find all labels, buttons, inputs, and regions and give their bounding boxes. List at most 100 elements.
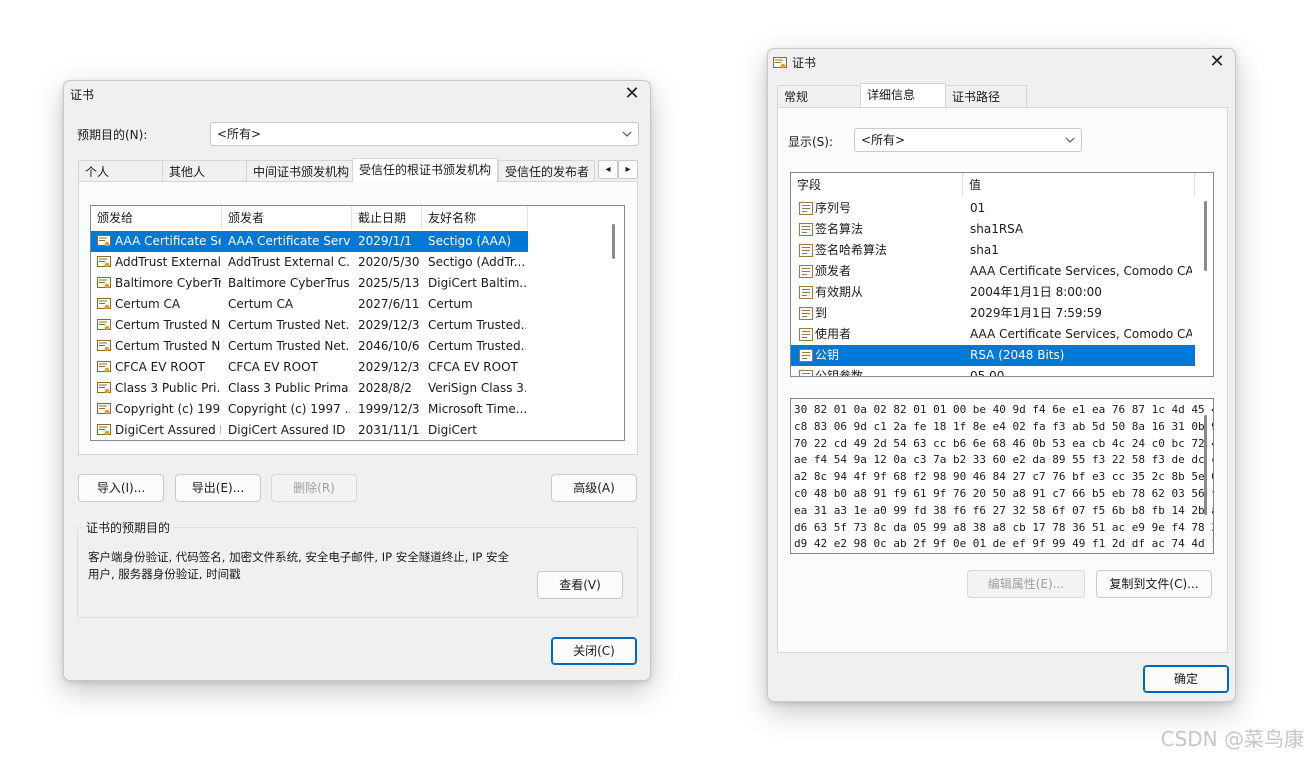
certificate-icon: [97, 319, 111, 331]
cell-issued-to: Certum Trusted N...: [115, 318, 221, 332]
cell-friendly: DigiCert Baltim...: [428, 276, 526, 290]
intended-purposes-text-1: 客户端身份验证, 代码签名, 加密文件系统, 安全电子邮件, IP 安全隧道终止…: [88, 550, 510, 564]
window-title: 证书: [792, 56, 817, 70]
import-button[interactable]: 导入(I)...: [78, 474, 164, 502]
cell-issued-by: Certum CA: [228, 297, 294, 311]
column-header-expiration[interactable]: 截止日期: [352, 206, 422, 230]
cell-issued-by: DigiCert Assured ID ...: [228, 423, 350, 437]
list-item[interactable]: 使用者 AAA Certificate Services, Comodo CA L…: [791, 324, 1195, 345]
cell-issued-to: Certum CA: [115, 297, 181, 311]
list-item[interactable]: 有效期从 2004年1月1日 8:00:00: [791, 282, 1195, 303]
hex-line: ea 31 a3 1e a0 99 fd 38 f6 f6 27 32 58 6…: [794, 503, 1213, 517]
table-row[interactable]: AddTrust External ... AddTrust External C…: [91, 252, 611, 273]
hex-line: a2 8c 94 4f 9f 68 f2 98 90 46 84 27 c7 7…: [794, 470, 1213, 484]
table-row[interactable]: Baltimore CyberTr... Baltimore CyberTrus.…: [91, 273, 611, 294]
fields-list[interactable]: 字段 值 序列号 01 签名算法 sha1RSA 签名哈希算法 sha1 颁发者 AAA Ce…: [790, 172, 1214, 377]
table-row[interactable]: Class 3 Public Pri... Class 3 Public Prim…: [91, 378, 611, 399]
fields-scrollbar[interactable]: [1204, 201, 1207, 271]
close-icon[interactable]: ✕: [1207, 51, 1227, 73]
cell-value: sha1RSA: [970, 222, 1024, 236]
chevron-down-icon: [1065, 137, 1075, 143]
cell-friendly: Certum Trusted...: [428, 318, 526, 332]
list-item[interactable]: 签名哈希算法 sha1: [791, 240, 1195, 261]
field-icon: [799, 370, 813, 376]
advanced-button[interactable]: 高级(A): [551, 474, 637, 502]
cell-issued-to: Copyright (c) 199...: [115, 402, 221, 416]
column-header-friendly-name[interactable]: 友好名称: [422, 206, 528, 230]
cell-issued-by: Class 3 Public Prima...: [228, 381, 350, 395]
table-row[interactable]: Certum CA Certum CA 2027/6/11 Certum: [91, 294, 611, 315]
remove-button[interactable]: 删除(R): [271, 474, 357, 502]
table-row[interactable]: Certum Trusted N... Certum Trusted Net...…: [91, 336, 611, 357]
table-row[interactable]: CFCA EV ROOT CFCA EV ROOT 2029/12/31 CFCA E…: [91, 357, 611, 378]
list-item[interactable]: 序列号 01: [791, 198, 1195, 219]
tab-trusted-publishers[interactable]: 受信任的发布者: [498, 160, 595, 182]
table-row[interactable]: Copyright (c) 199... Copyright (c) 1997 .…: [91, 399, 611, 420]
tab-label: 证书路径: [952, 90, 1001, 104]
show-select[interactable]: <所有>: [854, 128, 1082, 152]
cell-friendly: VeriSign Class 3...: [428, 381, 526, 395]
hex-line: d9 42 e2 98 0c ab 2f 9f 0e 01 de ef 9f 9…: [794, 537, 1213, 551]
cell-friendly: Certum Trusted...: [428, 339, 526, 353]
show-select-value: <所有>: [861, 133, 906, 147]
cell-expires: 2029/1/1: [358, 234, 412, 248]
purpose-select[interactable]: <所有>: [210, 122, 639, 146]
field-icon: [799, 349, 813, 362]
tab-trusted-root-ca[interactable]: 受信任的根证书颁发机构: [352, 158, 498, 182]
certificate-list[interactable]: 颁发给 颁发者 截止日期 友好名称 AAA Certificate Se...A…: [90, 205, 625, 441]
certificate-icon: [97, 424, 111, 436]
column-header-issued-to[interactable]: 颁发给: [91, 206, 222, 230]
certificate-icon: [97, 340, 111, 352]
export-button[interactable]: 导出(E)...: [175, 474, 261, 502]
cell-field: 序列号: [815, 201, 852, 215]
list-item[interactable]: 公钥参数 05 00: [791, 366, 1195, 377]
table-row[interactable]: Certum Trusted N... Certum Trusted Net...…: [91, 315, 611, 336]
list-item[interactable]: 颁发者 AAA Certificate Services, Comodo CA L…: [791, 261, 1195, 282]
cell-field: 公钥参数: [815, 369, 864, 377]
list-item[interactable]: 到 2029年1月1日 7:59:59: [791, 303, 1195, 324]
tab-general[interactable]: 常规: [777, 85, 861, 107]
list-item[interactable]: 签名算法 sha1RSA: [791, 219, 1195, 240]
field-value-textbox[interactable]: 30 82 01 0a 02 82 01 01 00 be 40 9d f4 6…: [790, 398, 1214, 554]
list-item[interactable]: 公钥 RSA (2048 Bits): [791, 345, 1195, 366]
tab-scroll-right-button[interactable]: ▸: [618, 160, 638, 179]
list-scrollbar[interactable]: [612, 224, 615, 259]
column-header-value[interactable]: 值: [963, 173, 1195, 197]
close-icon[interactable]: ✕: [622, 83, 642, 105]
purpose-label: 预期目的(N):: [77, 128, 148, 142]
table-row[interactable]: DigiCert Assured I... DigiCert Assured ID…: [91, 420, 611, 440]
tab-details[interactable]: 详细信息: [860, 83, 946, 107]
certificate-icon: [97, 361, 111, 373]
tab-intermediate-ca[interactable]: 中间证书颁发机构: [246, 160, 353, 182]
cell-value: 2029年1月1日 7:59:59: [970, 306, 1102, 320]
cell-issued-to: AAA Certificate Se...: [115, 234, 221, 248]
tab-other-people[interactable]: 其他人: [162, 160, 247, 182]
cell-value: 2004年1月1日 8:00:00: [970, 285, 1102, 299]
table-row[interactable]: AAA Certificate Se... AAA Certificate Ser…: [91, 231, 528, 252]
chevron-left-icon: ◂: [605, 164, 611, 175]
cell-expires: 2046/10/6: [358, 339, 420, 353]
certificate-icon: [97, 298, 111, 310]
hex-line: c0 48 b0 a8 91 f9 61 9f 76 20 50 a8 91 c…: [794, 486, 1213, 500]
cell-friendly: CFCA EV ROOT: [428, 360, 518, 374]
column-header-field[interactable]: 字段: [791, 173, 963, 197]
tab-personal[interactable]: 个人: [78, 160, 163, 182]
certificate-icon: [97, 403, 111, 415]
column-header-issued-by[interactable]: 颁发者: [222, 206, 352, 230]
ok-button[interactable]: 确定: [1143, 665, 1229, 693]
copy-to-file-button[interactable]: 复制到文件(C)...: [1096, 570, 1212, 598]
cell-issued-to: CFCA EV ROOT: [115, 360, 205, 374]
cell-expires: 2025/5/13: [358, 276, 420, 290]
value-scrollbar[interactable]: [1204, 415, 1207, 515]
cell-field: 颁发者: [815, 264, 852, 278]
close-button[interactable]: 关闭(C): [551, 637, 637, 665]
cell-value: sha1: [970, 243, 999, 257]
field-icon: [799, 244, 813, 257]
view-button[interactable]: 查看(V): [537, 571, 623, 599]
cell-issued-by: AAA Certificate Serv...: [228, 234, 350, 248]
field-icon: [799, 328, 813, 341]
tab-scroll-left-button[interactable]: ◂: [598, 160, 618, 179]
tab-certification-path[interactable]: 证书路径: [945, 85, 1027, 107]
tab-label: 受信任的发布者: [505, 165, 590, 179]
edit-properties-button[interactable]: 编辑属性(E)...: [967, 570, 1085, 598]
